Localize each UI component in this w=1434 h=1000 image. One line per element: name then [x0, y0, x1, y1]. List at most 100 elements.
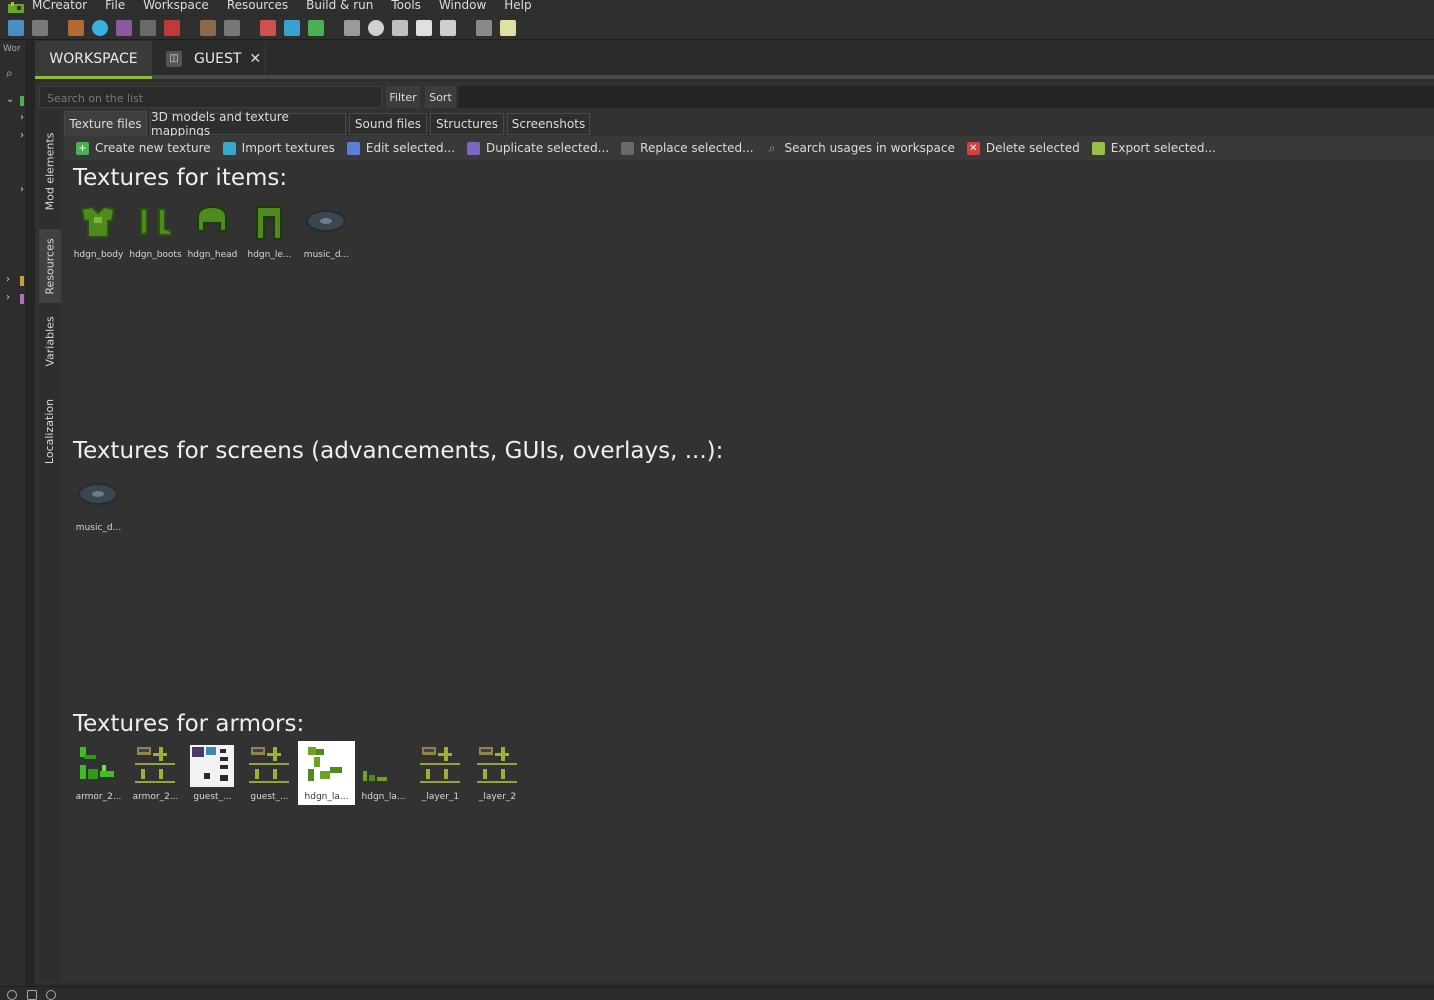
status-bar: [0, 986, 1434, 1000]
section-title-screens: Textures for screens (advancements, GUIs…: [73, 438, 724, 464]
filter-button[interactable]: Filter: [386, 86, 420, 108]
import-icon[interactable]: [92, 19, 108, 36]
texture-tile[interactable]: guest_...: [184, 741, 241, 805]
texture-maker-icon[interactable]: [140, 19, 156, 36]
duplicate-selected-button[interactable]: Duplicate selected...: [467, 141, 609, 155]
workspace-settings-icon[interactable]: [8, 19, 24, 36]
tab-guest-label: GUEST: [194, 50, 242, 67]
subtab-structures[interactable]: Structures: [430, 113, 504, 135]
texture-tile[interactable]: _layer_1: [412, 741, 469, 805]
item-grid-icon[interactable]: [284, 19, 300, 36]
texture-tile[interactable]: armor_2...: [127, 741, 184, 805]
hdgn-layer-texture-icon: [308, 747, 342, 781]
texture-tile[interactable]: hdgn_le...: [241, 199, 298, 263]
create-mod-element-icon[interactable]: [68, 19, 84, 36]
settings-icon[interactable]: [46, 990, 56, 1000]
replace-selected-button[interactable]: Replace selected...: [621, 141, 754, 155]
menu-tools[interactable]: Tools: [391, 0, 421, 11]
workspace-tree-label: Wor: [3, 44, 21, 54]
export-selected-button[interactable]: Export selected...: [1091, 141, 1216, 155]
menu-resources[interactable]: Resources: [227, 0, 288, 11]
replace-icon: [621, 141, 635, 155]
chevron-down-icon[interactable]: ⌄: [6, 94, 14, 105]
tree-folder-icon: [20, 276, 24, 286]
chevron-right-icon[interactable]: ›: [20, 130, 24, 141]
toolbar: [0, 16, 1434, 40]
export-icon[interactable]: [116, 19, 132, 36]
gui-icon[interactable]: [476, 19, 492, 36]
texture-tile[interactable]: music_d...: [298, 199, 355, 263]
biome-icon[interactable]: [344, 19, 360, 36]
menu-build-run[interactable]: Build & run: [306, 0, 373, 11]
guest-armor-texture-icon: [190, 745, 234, 787]
chevron-right-icon[interactable]: ›: [20, 112, 24, 123]
entity-icon[interactable]: [368, 19, 384, 36]
tool-icon[interactable]: [392, 19, 408, 36]
delete-selected-button[interactable]: ✕ Delete selected: [966, 141, 1080, 155]
tab-guest[interactable]: ◫ GUEST ✕: [156, 41, 266, 76]
armor-layer-texture-icon: [80, 747, 114, 779]
side-tab-mod-elements[interactable]: Mod elements: [39, 121, 61, 221]
side-tab-resources[interactable]: Resources: [39, 229, 61, 303]
menu-bar: MCreator File Workspace Resources Build …: [0, 0, 1434, 15]
section-title-items: Textures for items:: [73, 165, 288, 191]
texture-tile[interactable]: hdgn_la...: [355, 741, 412, 805]
subtab-3d-models[interactable]: 3D models and texture mappings: [150, 110, 346, 138]
procedure-icon[interactable]: [500, 19, 516, 36]
texture-tile[interactable]: _layer_2: [469, 741, 526, 805]
side-tabs: Mod elements Resources Variables Localiz…: [39, 111, 61, 981]
subtab-texture-files[interactable]: Texture files: [64, 111, 147, 136]
menu-workspace[interactable]: Workspace: [143, 0, 209, 11]
texture-tile[interactable]: guest_...: [241, 741, 298, 805]
menu-help[interactable]: Help: [504, 0, 531, 11]
menu-file[interactable]: File: [105, 0, 125, 11]
recipe-grid-icon[interactable]: [308, 19, 324, 36]
chevron-right-icon[interactable]: ›: [6, 274, 10, 285]
subtab-screenshots[interactable]: Screenshots: [507, 113, 590, 135]
create-new-texture-button[interactable]: + Create new texture: [76, 141, 211, 155]
texture-tile[interactable]: hdgn_boots: [127, 199, 184, 263]
search-icon[interactable]: ⌕: [6, 66, 13, 81]
close-icon[interactable]: ✕: [249, 51, 261, 67]
menu-mcreator[interactable]: MCreator: [32, 0, 87, 11]
mcreator-logo-icon: [8, 1, 24, 13]
texture-tile[interactable]: hdgn_body: [70, 199, 127, 263]
animation-icon[interactable]: [416, 19, 432, 36]
search-usages-button[interactable]: ⌕ Search usages in workspace: [766, 141, 955, 155]
import-textures-button[interactable]: Import textures: [222, 141, 335, 155]
export-icon: [1091, 141, 1105, 155]
texture-tile[interactable]: hdgn_head: [184, 199, 241, 263]
guest-armor-texture-icon: [249, 747, 289, 783]
splitter[interactable]: [28, 41, 35, 986]
chevron-right-icon[interactable]: ›: [20, 184, 24, 195]
texture-tile[interactable]: music_d...: [70, 472, 127, 536]
subtab-sound-files[interactable]: Sound files: [349, 113, 427, 135]
side-tab-variables[interactable]: Variables: [39, 311, 61, 371]
model-icon[interactable]: [224, 19, 240, 36]
armor-icon[interactable]: [440, 19, 456, 36]
import-icon: [222, 141, 236, 155]
music-disc-texture-icon: [306, 210, 346, 232]
armor-layer-texture-icon: [135, 747, 175, 783]
search-input[interactable]: Search on the list: [39, 86, 382, 108]
info-icon[interactable]: [7, 990, 17, 1000]
edit-selected-button[interactable]: Edit selected...: [346, 141, 455, 155]
open-workspace-icon[interactable]: [32, 19, 48, 36]
gradle-icon[interactable]: [27, 990, 37, 1000]
chevron-right-icon[interactable]: ›: [6, 292, 10, 303]
sort-button[interactable]: Sort: [425, 86, 456, 108]
duplicate-icon: [467, 141, 481, 155]
armor-layer-texture-icon: [420, 747, 460, 783]
block-grid-icon[interactable]: [260, 19, 276, 36]
plus-icon: +: [76, 141, 89, 155]
menu-window[interactable]: Window: [439, 0, 486, 11]
workspace-tree-panel: Wor ⌕ ⌄ › › › › ›: [0, 41, 27, 986]
structure-icon[interactable]: [200, 19, 216, 36]
texture-tile[interactable]: armor_2...: [70, 741, 127, 805]
tab-workspace[interactable]: WORKSPACE: [35, 41, 152, 79]
texture-tile[interactable]: hdgn_la...: [298, 741, 355, 805]
sound-icon[interactable]: [164, 19, 180, 36]
side-tab-localization[interactable]: Localization: [39, 391, 61, 471]
armor-layer-texture-icon: [477, 747, 517, 783]
helmet-texture-icon: [197, 205, 227, 232]
